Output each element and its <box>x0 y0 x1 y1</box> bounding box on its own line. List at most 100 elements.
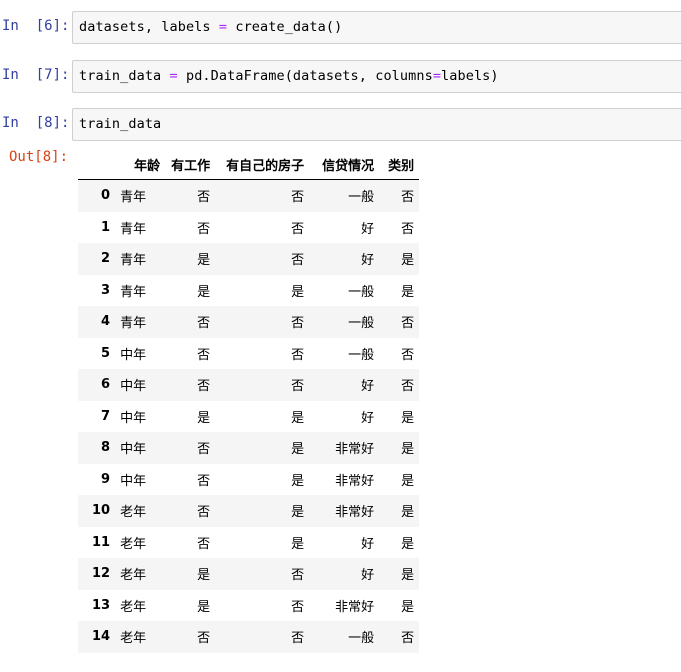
row-index: 1 <box>101 219 111 235</box>
table-cell: 中年 <box>120 442 147 458</box>
table-cell: 中年 <box>120 379 147 395</box>
row-index: 6 <box>101 377 111 393</box>
table-cell: 否 <box>401 347 415 363</box>
table-cell: 非常好 <box>335 473 375 489</box>
table-cell: 否 <box>291 599 305 615</box>
column-header: 有自己的房子 <box>215 150 310 180</box>
table-cell: 是 <box>401 568 415 584</box>
code-operator: = <box>218 19 228 35</box>
code-input-area[interactable]: train_data <box>72 108 681 141</box>
table-cell: 否 <box>197 631 211 647</box>
code-input-area[interactable]: train_data = pd.DataFrame(datasets, colu… <box>72 60 681 93</box>
table-row: 0 青年 否 否 一般 否 <box>78 179 420 212</box>
table-row: 12 老年 是 否 好 是 <box>78 558 420 590</box>
code-token: pd.DataFrame(datasets, columns <box>177 68 433 84</box>
code-token: create_data() <box>227 19 343 35</box>
code-text: train_data = pd.DataFrame(datasets, colu… <box>79 68 499 84</box>
table-cell: 否 <box>197 379 211 395</box>
table-cell: 青年 <box>120 190 147 206</box>
table-cell: 否 <box>291 221 305 237</box>
code-text: datasets, labels = create_data() <box>79 19 342 35</box>
code-input-area[interactable]: datasets, labels = create_data() <box>72 11 681 44</box>
table-cell: 是 <box>291 442 305 458</box>
table-cell: 青年 <box>120 284 147 300</box>
table-cell: 好 <box>361 568 375 584</box>
table-cell: 老年 <box>120 599 147 615</box>
row-index: 14 <box>92 629 111 645</box>
table-cell: 否 <box>197 505 211 521</box>
table-row: 14 老年 否 否 一般 否 <box>78 621 420 653</box>
index-header <box>78 150 116 180</box>
table-cell: 是 <box>401 284 415 300</box>
code-token: datasets, labels <box>79 19 219 35</box>
column-header: 类别 <box>379 150 420 180</box>
table-cell: 是 <box>197 410 211 426</box>
table-cell: 否 <box>401 379 415 395</box>
table-row: 13 老年 是 否 非常好 是 <box>78 589 420 621</box>
table-cell: 老年 <box>120 505 147 521</box>
code-text: train_data <box>79 116 161 132</box>
table-cell: 一般 <box>348 631 375 647</box>
table-cell: 青年 <box>120 221 147 237</box>
table-cell: 否 <box>401 631 415 647</box>
row-index: 3 <box>101 282 111 298</box>
table-cell: 中年 <box>120 473 147 489</box>
row-index: 11 <box>92 534 111 550</box>
input-prompt: In [6]: <box>2 18 70 34</box>
column-header: 信贷情况 <box>309 150 380 180</box>
table-cell: 否 <box>197 347 211 363</box>
table-cell: 是 <box>197 284 211 300</box>
table-cell: 否 <box>197 190 211 206</box>
table-cell: 老年 <box>120 536 147 552</box>
table-row: 6 中年 否 否 好 否 <box>78 369 420 401</box>
table-cell: 非常好 <box>335 442 375 458</box>
table-cell: 好 <box>361 221 375 237</box>
table-cell: 非常好 <box>335 505 375 521</box>
table-cell: 是 <box>401 442 415 458</box>
table-cell: 否 <box>197 316 211 332</box>
table-row: 7 中年 是 是 好 是 <box>78 400 420 432</box>
table-cell: 好 <box>361 410 375 426</box>
row-index: 10 <box>92 503 111 519</box>
table-body: 0 青年否否一般否 1 青年否否好否 2 青年是否好是 3 青年是是一般是 4 青年否否一般否 5 中… <box>78 179 420 653</box>
table-cell: 是 <box>197 253 211 269</box>
row-index: 8 <box>101 440 111 456</box>
row-index: 7 <box>101 408 111 424</box>
table-cell: 是 <box>401 253 415 269</box>
row-index: 13 <box>92 597 111 613</box>
row-index: 4 <box>101 314 111 330</box>
table-cell: 老年 <box>120 568 147 584</box>
code-token: train_data <box>79 116 162 132</box>
table-cell: 是 <box>291 284 305 300</box>
table-cell: 否 <box>291 347 305 363</box>
table-cell: 好 <box>361 253 375 269</box>
table-cell: 中年 <box>120 347 147 363</box>
table-cell: 一般 <box>348 347 375 363</box>
table-row: 11 老年 否 是 好 是 <box>78 526 420 558</box>
table-cell: 否 <box>291 631 305 647</box>
row-index: 0 <box>101 188 111 204</box>
table-cell: 否 <box>291 316 305 332</box>
table-cell: 是 <box>291 505 305 521</box>
table-row: 5 中年 否 否 一般 否 <box>78 337 420 369</box>
table-cell: 青年 <box>120 253 147 269</box>
table-row: 1 青年 否 否 好 否 <box>78 211 420 243</box>
table-row: 10 老年 否 是 非常好 是 <box>78 495 420 527</box>
table-row: 8 中年 否 是 非常好 是 <box>78 432 420 464</box>
table-cell: 否 <box>197 473 211 489</box>
row-index: 5 <box>101 345 111 361</box>
code-operator: = <box>432 68 442 84</box>
table-row: 9 中年 否 是 非常好 是 <box>78 463 420 495</box>
code-operator: = <box>169 68 178 84</box>
output-prompt: Out[8]: <box>9 149 69 165</box>
input-prompt: In [8]: <box>2 115 70 131</box>
table-cell: 好 <box>361 379 375 395</box>
table-cell: 是 <box>401 505 415 521</box>
row-index: 2 <box>101 251 111 267</box>
table-cell: 否 <box>291 190 305 206</box>
table-cell: 否 <box>401 316 415 332</box>
table-cell: 是 <box>291 473 305 489</box>
table-cell: 是 <box>197 568 211 584</box>
table-cell: 否 <box>401 221 415 237</box>
column-header: 年龄 <box>115 150 166 180</box>
